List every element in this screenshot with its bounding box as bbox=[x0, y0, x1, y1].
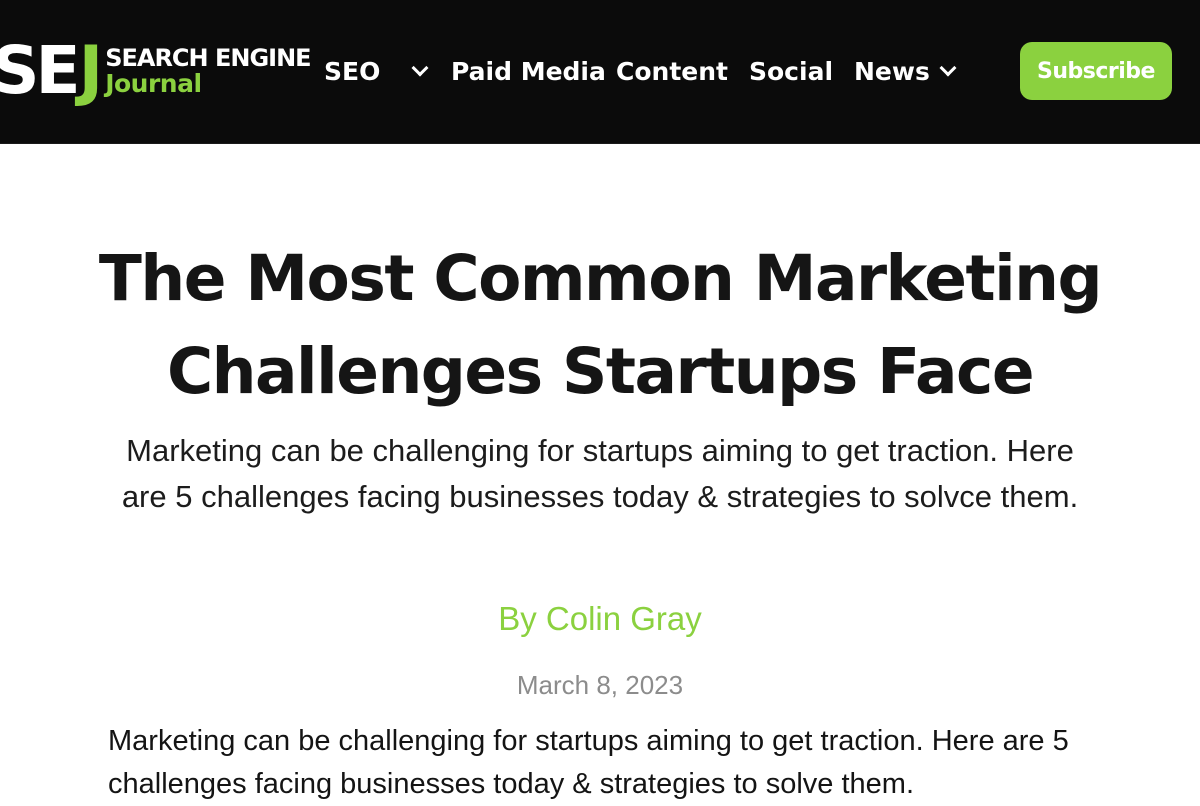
nav-item-label: Social bbox=[749, 56, 834, 86]
logo-wordmark: SEARCH ENGINE Journal bbox=[105, 44, 311, 98]
nav-item-label: News bbox=[854, 56, 930, 86]
article-body-intro: Marketing can be challenging for startup… bbox=[108, 725, 1069, 800]
site-logo[interactable]: SE J SEARCH ENGINE Journal bbox=[0, 32, 312, 109]
article-subtitle: Marketing can be challenging for startup… bbox=[121, 433, 1079, 514]
nav-item-content[interactable]: Content bbox=[616, 50, 728, 92]
logo-wordmark-line2: Journal bbox=[105, 69, 202, 98]
logo-mark-j: J bbox=[78, 32, 103, 109]
chevron-down-icon bbox=[411, 59, 429, 77]
author-byline[interactable]: By Colin Gray bbox=[300, 598, 900, 640]
nav-item-seo[interactable]: SEO bbox=[324, 50, 429, 92]
nav-item-social[interactable]: Social bbox=[749, 50, 833, 92]
chevron-down-icon bbox=[939, 59, 957, 77]
logo-mark: SE J bbox=[0, 32, 103, 109]
logo-mark-se: SE bbox=[0, 32, 81, 109]
nav-item-label: SEO bbox=[324, 56, 381, 86]
nav-item-paid-media[interactable]: Paid Media bbox=[451, 50, 606, 92]
publish-date: March 8, 2023 bbox=[516, 670, 684, 700]
nav-item-label: Content bbox=[616, 56, 728, 86]
subscribe-button[interactable]: Subscribe bbox=[1020, 42, 1172, 100]
nav-item-label: Paid Media bbox=[451, 56, 606, 86]
logo-wordmark-line1: SEARCH ENGINE bbox=[105, 44, 311, 72]
nav-item-news[interactable]: News bbox=[854, 50, 957, 92]
article-title: The Most Common Marketing Challenges Sta… bbox=[98, 242, 1103, 408]
top-navbar: SE J SEARCH ENGINE Journal SEO Paid Media… bbox=[0, 0, 1200, 144]
